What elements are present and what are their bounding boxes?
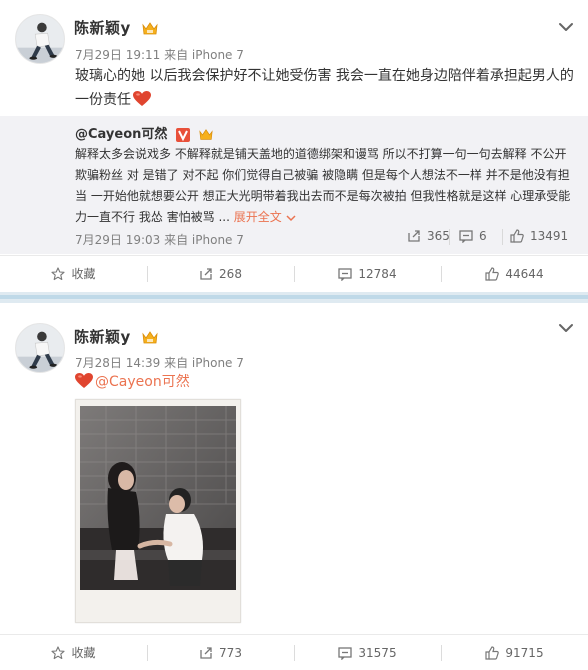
verified-v-icon [175,127,190,142]
heart-emoji-icon [133,91,151,106]
comment-icon [338,646,353,660]
favorite-label: 收藏 [71,267,96,281]
like-button[interactable]: 44644 [441,256,588,291]
star-icon [51,645,66,659]
post-action-bar: 收藏 773 31575 91715 [0,634,588,670]
repost-mini-like[interactable]: 13491 [502,229,569,245]
expand-full-text-link[interactable]: 展开全文 [234,210,296,224]
repost-count: 773 [219,645,242,660]
repost-mini-like-count: 13491 [530,229,569,243]
repost-button[interactable]: 773 [147,635,294,670]
repost-text: 解释太多会说戏多 不解释就是铺天盖地的道德绑架和谩骂 所以不打算一句一句去解释 … [75,144,580,228]
like-icon [485,266,500,281]
username[interactable]: 陈新颖y [74,326,159,347]
verified-badge-icon [141,21,158,34]
expand-label[interactable]: 展开全文 [234,210,282,224]
repost-icon [200,267,212,280]
avatar-photo [16,324,64,372]
crown-badge-icon [199,128,214,140]
repost-text-content: 解释太多会说戏多 不解释就是铺天盖地的道德绑架和谩骂 所以不打算一句一句去解释 … [75,147,571,224]
comment-icon [338,267,353,281]
mention-link[interactable]: @Cayeon可然 [95,374,190,390]
repost-mini-comment[interactable]: 6 [449,229,487,245]
favorite-button[interactable]: 收藏 [0,635,147,670]
star-icon [51,266,66,280]
like-icon [510,229,524,243]
polaroid-photo-image [76,400,240,622]
username-text[interactable]: 陈新颖y [74,328,131,346]
like-button[interactable]: 91715 [441,635,588,670]
repost-button[interactable]: 268 [147,256,294,291]
repost-box[interactable]: @Cayeon可然 解释太多会说戏多 不解释就是铺天盖地的道德绑架和谩骂 所以不… [0,116,588,254]
repost-meta: 7月29日 19:03 来自 iPhone 7 [75,233,244,247]
post-meta: 7月29日 19:11 来自 iPhone 7 [75,48,244,62]
comment-button[interactable]: 12784 [294,256,441,291]
chevron-down-icon[interactable] [558,323,574,333]
repost-username[interactable]: @Cayeon可然 [75,123,214,142]
avatar[interactable] [15,323,65,373]
post-text: 玻璃心的她 以后我会保护好不让她受伤害 我会一直在她身边陪伴着承担起男人的一份责… [75,64,580,112]
chevron-down-small-icon [286,214,296,221]
repost-username-text[interactable]: @Cayeon可然 [75,127,167,142]
repost-mini-comment-count: 6 [479,229,487,243]
comment-icon [459,230,473,243]
verified-badge-icon [141,330,158,343]
repost-mini-repost-count: 365 [427,229,450,243]
comment-count: 12784 [358,266,397,281]
repost-count: 268 [219,266,242,281]
comment-count: 31575 [358,645,397,660]
favorite-label: 收藏 [71,646,96,660]
like-count: 44644 [505,266,544,281]
repost-mini-repost[interactable]: 365 [407,229,450,243]
like-icon [485,645,500,660]
post-text: @Cayeon可然 [75,370,580,394]
chevron-down-icon[interactable] [558,22,574,32]
post-meta: 7月28日 14:39 来自 iPhone 7 [75,356,244,370]
favorite-button[interactable]: 收藏 [0,256,147,291]
feed-separator [0,292,588,303]
weibo-post-1: 陈新颖y 7月29日 19:11 来自 iPhone 7 玻璃心的她 以后我会保… [0,0,588,292]
avatar[interactable] [15,14,65,64]
repost-icon [408,230,420,242]
comment-button[interactable]: 31575 [294,635,441,670]
weibo-post-2: 陈新颖y 7月28日 14:39 来自 iPhone 7 @Cayeon可然 收… [0,303,588,670]
post-photo[interactable] [75,399,241,623]
username[interactable]: 陈新颖y [74,17,159,38]
username-text[interactable]: 陈新颖y [74,19,131,37]
like-count: 91715 [505,645,544,660]
repost-icon [200,646,212,659]
post-action-bar: 收藏 268 12784 44644 [0,255,588,291]
heart-emoji-icon [75,373,93,388]
avatar-photo [16,15,64,63]
